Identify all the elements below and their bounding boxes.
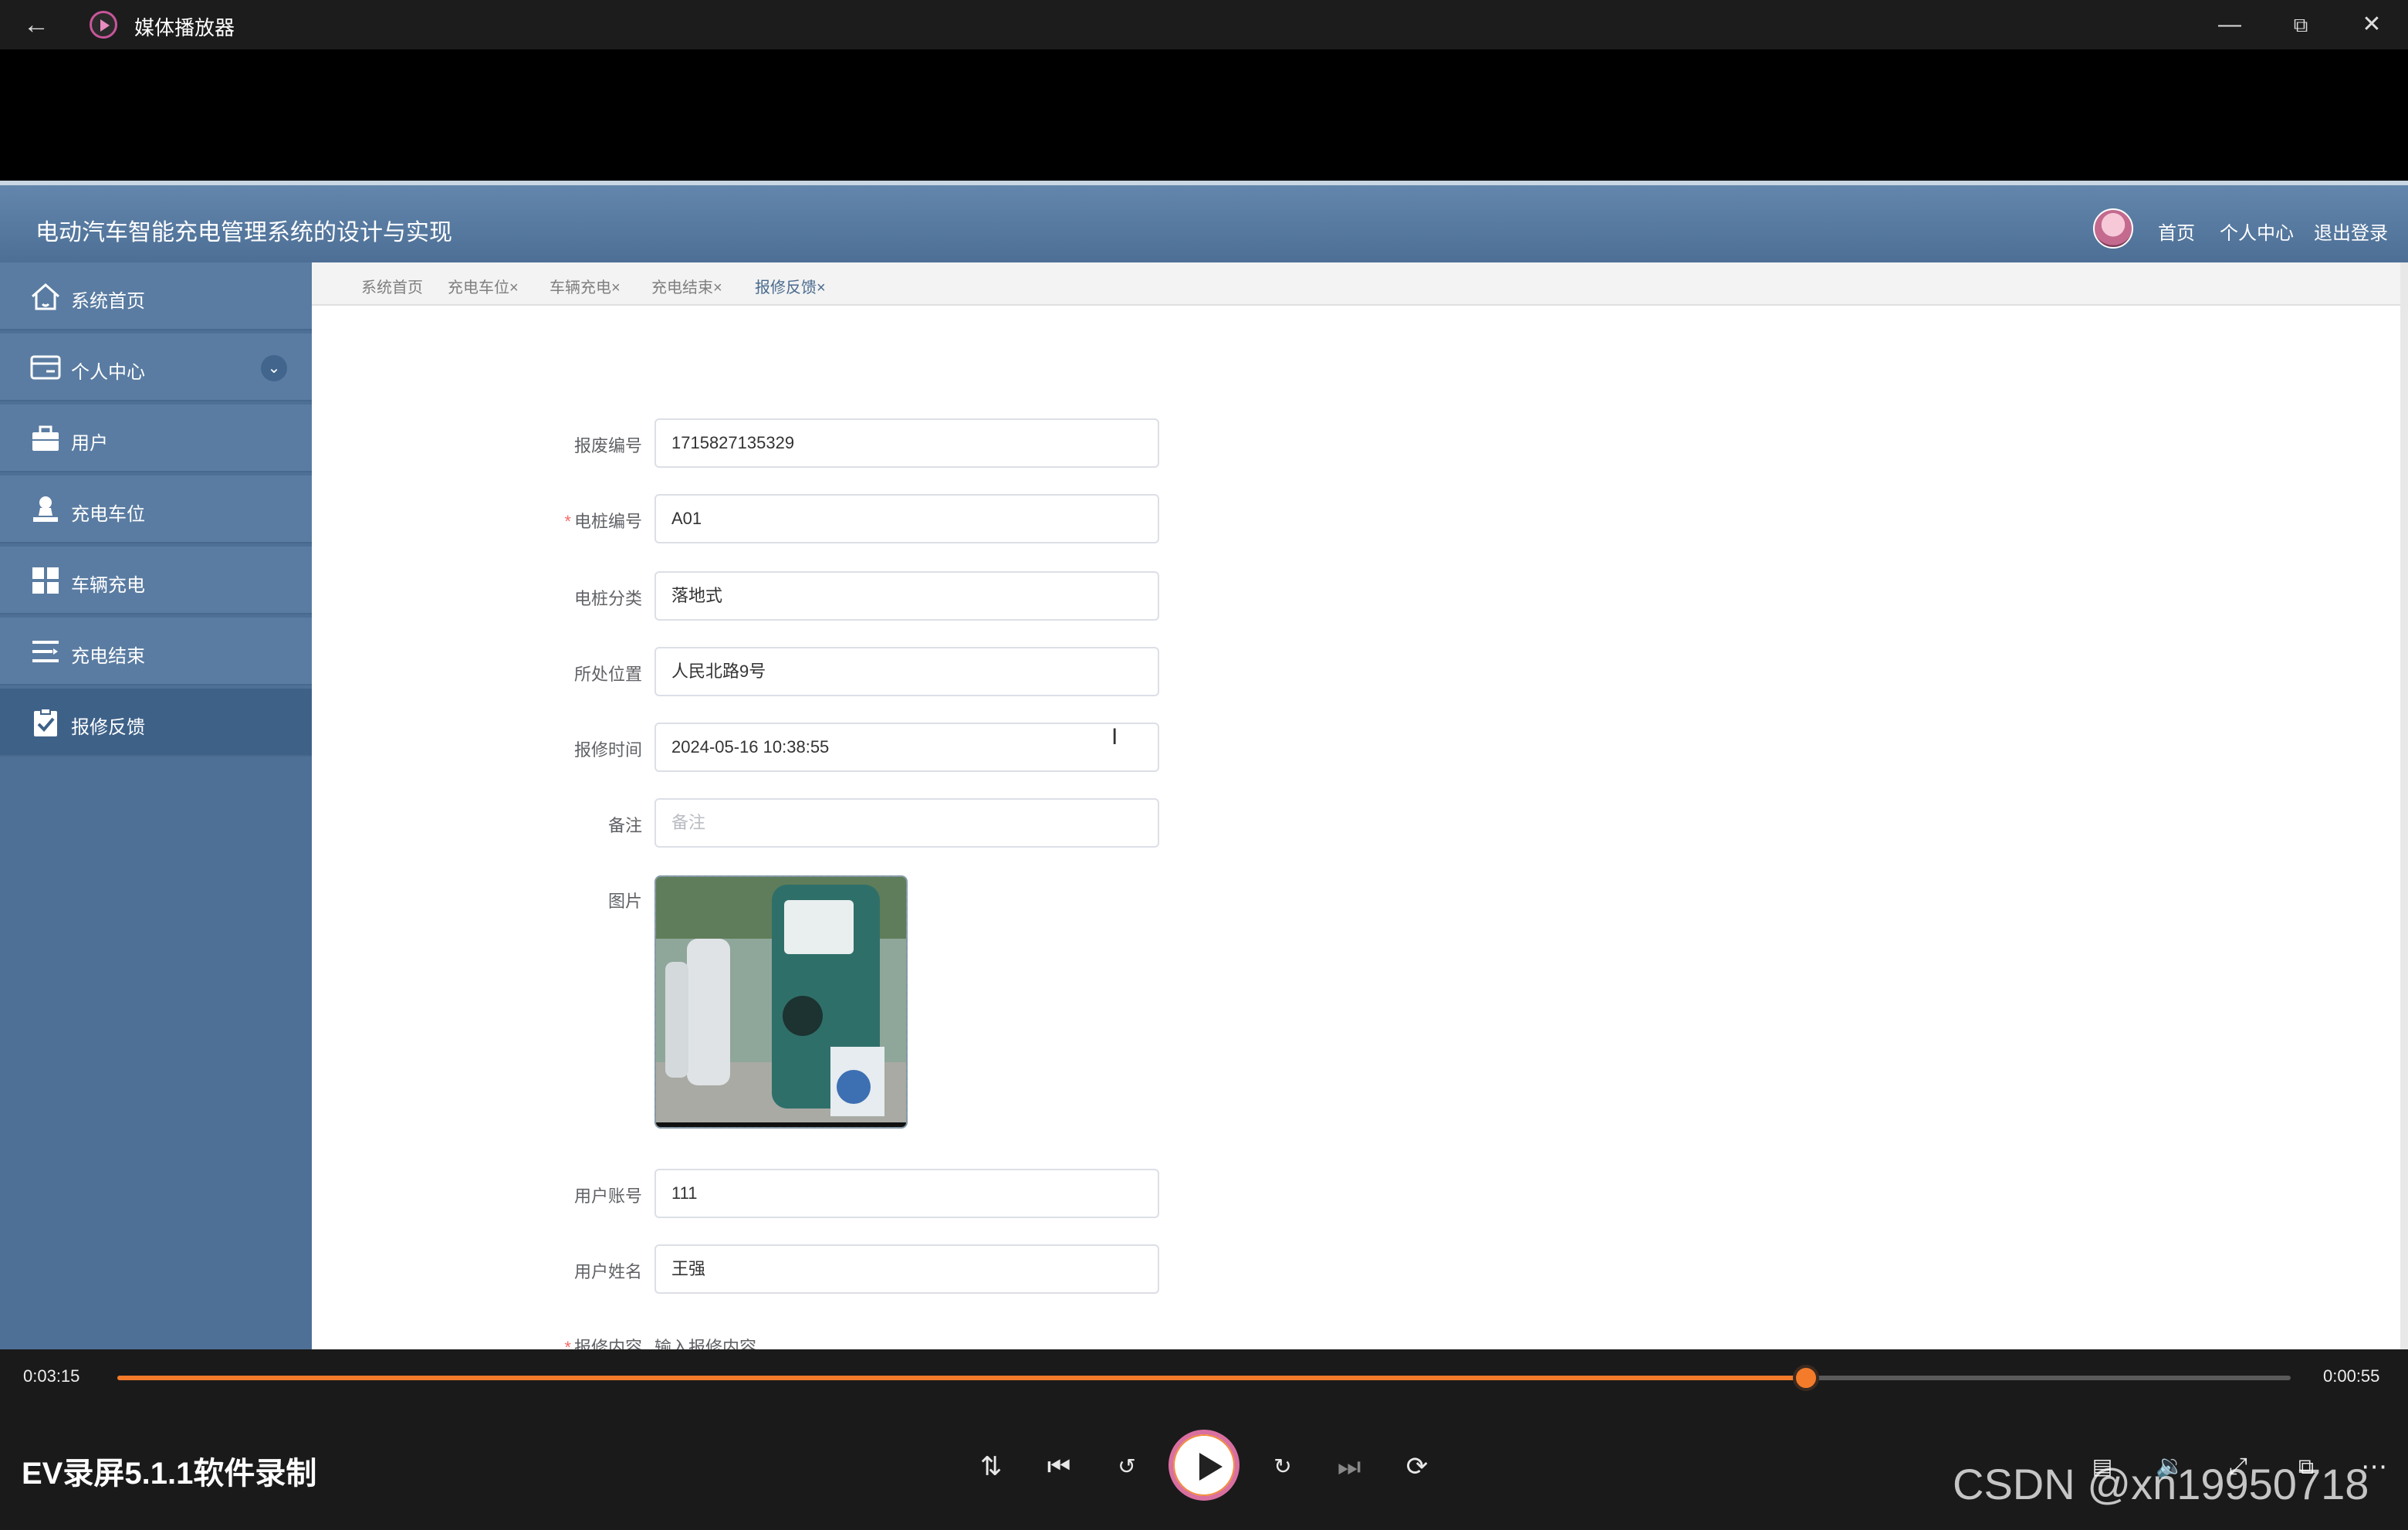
report-time-field[interactable]: 2024-05-16 10:38:55 (654, 723, 1159, 772)
window-title: 媒体播放器 (134, 16, 235, 39)
label-report-time: 报修时间 (573, 740, 642, 760)
list-icon (32, 641, 59, 662)
home-icon (32, 283, 59, 310)
nav-profile-link[interactable]: 个人中心 (2220, 218, 2294, 245)
label-report-no: 报废编号 (573, 436, 642, 455)
tab-charging[interactable]: 车辆充电× (550, 275, 621, 297)
sidebar-item-label: 充电结束 (71, 646, 145, 667)
sidebar-item-label: 用户 (71, 433, 108, 454)
media-player-titlebar: ← 媒体播放器 — ⧉ ✕ (0, 0, 2408, 49)
nav-logout-link[interactable]: 退出登录 (2314, 218, 2388, 245)
sidebar-item-label: 车辆充电 (71, 575, 145, 596)
user-account-field[interactable]: 111 (654, 1169, 1159, 1218)
user-name-field[interactable]: 王强 (654, 1244, 1159, 1294)
player-controls: 0:03:15 0:00:55 EV录屏5.1.1软件录制 ⇅ ⏮ ↺ ↻ ⏭ … (0, 1349, 2408, 1530)
elapsed-time: 0:03:15 (23, 1366, 80, 1386)
video-frame: 电动汽车智能充电管理系统的设计与实现 首页 个人中心 退出登录 系统首页 个人中… (0, 181, 2408, 1349)
repeat-icon[interactable]: ⟳ (1400, 1450, 1434, 1484)
remaining-time: 0:00:55 (2323, 1366, 2380, 1386)
label-pile-type: 电桩分类 (573, 589, 642, 608)
required-mark: * (564, 512, 571, 531)
pile-type-field[interactable]: 落地式 (654, 571, 1159, 621)
tab-label: 充电车位 (448, 279, 509, 296)
chevron-down-icon[interactable]: ⌄ (261, 355, 287, 381)
remark-field[interactable]: 备注 (654, 798, 1159, 848)
tab-parking[interactable]: 充电车位× (448, 275, 519, 297)
user-avatar[interactable] (2093, 208, 2133, 249)
sidebar-item-label: 充电车位 (71, 504, 145, 525)
media-title: EV录屏5.1.1软件录制 (22, 1457, 317, 1491)
location-field[interactable]: 人民北路9号 (654, 647, 1159, 696)
label-pile-no: * 电桩编号 (472, 508, 642, 533)
label-user-name: 用户姓名 (573, 1262, 642, 1281)
previous-icon[interactable]: ⏮ (1042, 1450, 1076, 1484)
tab-label: 充电结束 (651, 279, 713, 296)
grid-icon (32, 567, 59, 594)
sidebar-item-label: 个人中心 (71, 362, 145, 383)
label-text: 报修内容 (573, 1338, 642, 1349)
back-arrow-icon[interactable]: ← (23, 11, 54, 39)
label-location: 所处位置 (573, 665, 642, 684)
close-icon[interactable]: × (611, 279, 621, 296)
tab-label: 系统首页 (361, 279, 423, 296)
page-scrollbar[interactable] (2400, 262, 2408, 1349)
seek-bar[interactable] (117, 1365, 2291, 1391)
play-button[interactable] (1168, 1430, 1240, 1501)
sidebar-item-users[interactable]: 用户 (0, 405, 312, 472)
close-icon[interactable]: × (817, 279, 826, 296)
report-no-field[interactable]: 1715827135329 (654, 418, 1159, 468)
media-player-app-icon (90, 11, 117, 39)
skip-forward-30-icon[interactable]: ↻ (1266, 1450, 1300, 1484)
watermark: CSDN @xn19950718 (1953, 1460, 2369, 1508)
sidebar-item-label: 系统首页 (71, 291, 145, 312)
charging-station-photo (656, 877, 906, 1127)
shuffle-icon[interactable]: ⇅ (974, 1450, 1008, 1484)
seek-handle[interactable] (1793, 1365, 1820, 1391)
sidebar-item-parking[interactable]: 充电车位 (0, 476, 312, 543)
text-cursor-icon: I (1111, 724, 1118, 750)
close-button[interactable]: ✕ (2354, 8, 2389, 42)
sidebar-item-charge-end[interactable]: 充电结束 (0, 618, 312, 685)
tab-home[interactable]: 系统首页 (361, 275, 423, 297)
seek-bar-fill (117, 1376, 1807, 1380)
briefcase-icon (32, 425, 59, 451)
label-image: 图片 (607, 892, 642, 911)
close-icon[interactable]: × (713, 279, 722, 296)
next-icon[interactable]: ⏭ (1332, 1450, 1366, 1484)
sidebar-item-charging[interactable]: 车辆充电 (0, 547, 312, 614)
app-header: 电动汽车智能充电管理系统的设计与实现 首页 个人中心 退出登录 (0, 181, 2408, 262)
sidebar-item-label: 报修反馈 (71, 717, 145, 738)
system-title: 电动汽车智能充电管理系统的设计与实现 (36, 220, 452, 245)
sidebar-item-home[interactable]: 系统首页 (0, 262, 312, 330)
nav-home-link[interactable]: 首页 (2158, 218, 2195, 245)
restore-button[interactable]: ⧉ (2283, 8, 2318, 42)
label-user-account: 用户账号 (573, 1186, 642, 1206)
tab-repair-feedback[interactable]: 报修反馈× (755, 275, 826, 297)
tab-label: 车辆充电 (550, 279, 611, 296)
card-icon (30, 355, 61, 380)
skip-back-10-icon[interactable]: ↺ (1110, 1450, 1144, 1484)
sidebar-item-repair-feedback[interactable]: 报修反馈 (0, 689, 312, 757)
tab-bar: 系统首页 充电车位× 车辆充电× 充电结束× 报修反馈× (312, 262, 2403, 306)
label-content: * 报修内容 (472, 1334, 642, 1349)
required-mark: * (564, 1338, 571, 1349)
tab-label: 报修反馈 (755, 279, 817, 296)
charging-pile-image[interactable] (654, 875, 908, 1129)
minimize-button[interactable]: — (2212, 8, 2247, 42)
label-text: 电桩编号 (573, 512, 642, 531)
close-icon[interactable]: × (509, 279, 519, 296)
content-textarea[interactable]: 输入报修内容 (654, 1334, 756, 1349)
label-remark: 备注 (607, 816, 642, 835)
clipboard-check-icon (34, 708, 57, 736)
sidebar-item-profile[interactable]: 个人中心 ⌄ (0, 333, 312, 401)
pile-no-field[interactable]: A01 (654, 494, 1159, 543)
tab-charge-end[interactable]: 充电结束× (651, 275, 722, 297)
sidebar: 系统首页 个人中心 ⌄ 用户 充电车位 车辆充电 充电结束 报修反馈 (0, 262, 312, 1349)
person-stamp-icon (33, 496, 58, 522)
